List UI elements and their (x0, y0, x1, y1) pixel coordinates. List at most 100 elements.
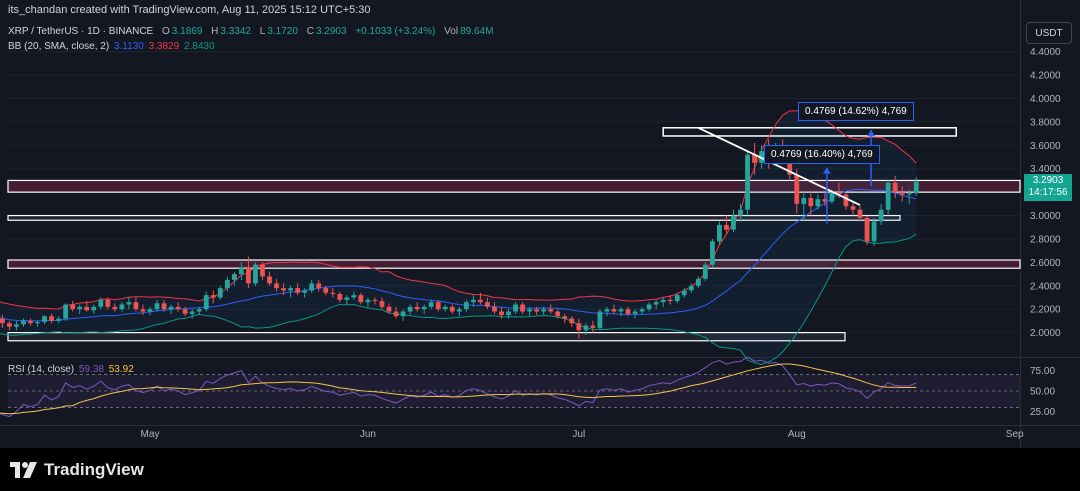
candle-body (456, 309, 462, 312)
candle-body (56, 318, 62, 321)
candle-body (885, 182, 891, 210)
price-tick-label: 4.2000 (1030, 71, 1061, 82)
candle-body (126, 302, 132, 305)
candle-body (428, 302, 434, 307)
candle-body (28, 320, 33, 324)
candle-body (302, 290, 308, 293)
candle-body (611, 309, 617, 312)
rsi-tick-label: 75.00 (1030, 366, 1055, 377)
candle-body (154, 303, 160, 310)
candle-body (14, 324, 19, 327)
candle (710, 238, 715, 269)
attribution-text: its_chandan created with TradingView.com… (8, 4, 371, 16)
candle (864, 215, 870, 245)
last-price-tag: 3.2903 14:17:56 (1024, 174, 1072, 201)
candle-body (323, 288, 329, 293)
candle-body (808, 198, 814, 207)
rsi-ma-value: 53.92 (108, 364, 134, 375)
candle (253, 262, 258, 286)
change-value: +0.1033 (+3.24%) (355, 26, 436, 37)
candle-body (112, 306, 118, 310)
candle-body (913, 181, 919, 194)
candle-body (133, 302, 139, 310)
candle-body (224, 279, 230, 289)
time-tick-label: Jun (360, 429, 376, 440)
candle-body (0, 318, 5, 324)
candle-body (576, 323, 582, 331)
measure-label-lower[interactable]: 0.4769 (16.40%) 4,769 (764, 145, 880, 164)
time-axis: May Jun Jul Aug Sep (141, 429, 1024, 440)
candle (745, 151, 750, 216)
time-tick-label: May (141, 429, 160, 440)
candle-body (175, 306, 181, 310)
volume-label: Vol (444, 26, 459, 37)
candle-body (632, 311, 638, 314)
candle-body (478, 299, 483, 303)
tradingview-logo[interactable]: TradingView (10, 460, 144, 480)
candle-body (119, 304, 125, 310)
candle-body (217, 288, 223, 298)
symbol-title[interactable]: XRP / TetherUS · 1D · BINANCE (8, 26, 153, 37)
rsi-label: RSI (14, close) (8, 364, 75, 375)
candle-body (710, 241, 715, 265)
candle-body (274, 283, 279, 289)
high-label: H (211, 26, 219, 37)
measure-label-upper[interactable]: 0.4769 (14.62%) 4,769 (798, 102, 914, 121)
candle-body (555, 311, 561, 317)
candle-body (660, 299, 666, 303)
candle-body (597, 311, 603, 328)
candle-body (161, 303, 167, 310)
candle-body (449, 306, 455, 312)
candle-body (309, 283, 315, 291)
candle-body (140, 309, 146, 312)
candle-body (864, 217, 870, 242)
candle-body (49, 316, 54, 321)
price-tick-label: 2.8000 (1030, 234, 1061, 245)
candle (203, 291, 209, 312)
time-tick-label: Aug (788, 429, 806, 440)
candle-body (267, 276, 272, 284)
candle-body (316, 283, 322, 289)
price-tick-label: 3.8000 (1030, 117, 1061, 128)
price-tick-label: 2.2000 (1030, 305, 1061, 316)
candle-body (414, 306, 420, 310)
candle-body (590, 325, 596, 328)
rsi-tick-label: 50.00 (1030, 387, 1055, 398)
candle-body (527, 309, 533, 312)
candle-body (646, 304, 652, 310)
candle-body (724, 224, 729, 230)
candlestick-chart[interactable]: 4.40004.20004.00003.80003.60003.40003.20… (0, 0, 1080, 448)
candle-body (695, 278, 701, 286)
candle-body (196, 309, 202, 312)
footer-bar: TradingView (0, 448, 1080, 491)
price-tick-label: 4.4000 (1030, 47, 1061, 58)
candle (597, 309, 603, 331)
candle-body (21, 320, 26, 325)
candle-body (168, 306, 174, 310)
candle-body (731, 215, 736, 230)
candle-body (681, 290, 687, 296)
candle-body (892, 182, 898, 193)
candle-body (485, 302, 490, 307)
candle (63, 303, 69, 321)
candle-body (815, 199, 821, 207)
candle-body (379, 300, 385, 307)
candle-body (288, 288, 293, 291)
price-tick-label: 3.0000 (1030, 211, 1061, 222)
candle-body (520, 304, 525, 312)
candle-body (84, 306, 90, 311)
candle-body (351, 295, 357, 298)
candle-body (513, 304, 518, 312)
bb-legend[interactable]: BB (20, SMA, close, 2) 3.1130 3.3829 2.8… (8, 41, 217, 52)
candle-body (372, 299, 378, 301)
candle-body (674, 295, 680, 301)
currency-button[interactable]: USDT (1026, 22, 1072, 44)
candle-body (407, 306, 413, 312)
candle-body (541, 309, 547, 312)
bb-label: BB (20, SMA, close, 2) (8, 41, 110, 52)
candle-body (238, 267, 244, 275)
candle-body (35, 322, 40, 324)
candle-body (182, 309, 188, 314)
rsi-legend[interactable]: RSI (14, close) 59.38 53.92 (8, 364, 136, 375)
last-price-value: 3.2903 (1032, 175, 1064, 186)
